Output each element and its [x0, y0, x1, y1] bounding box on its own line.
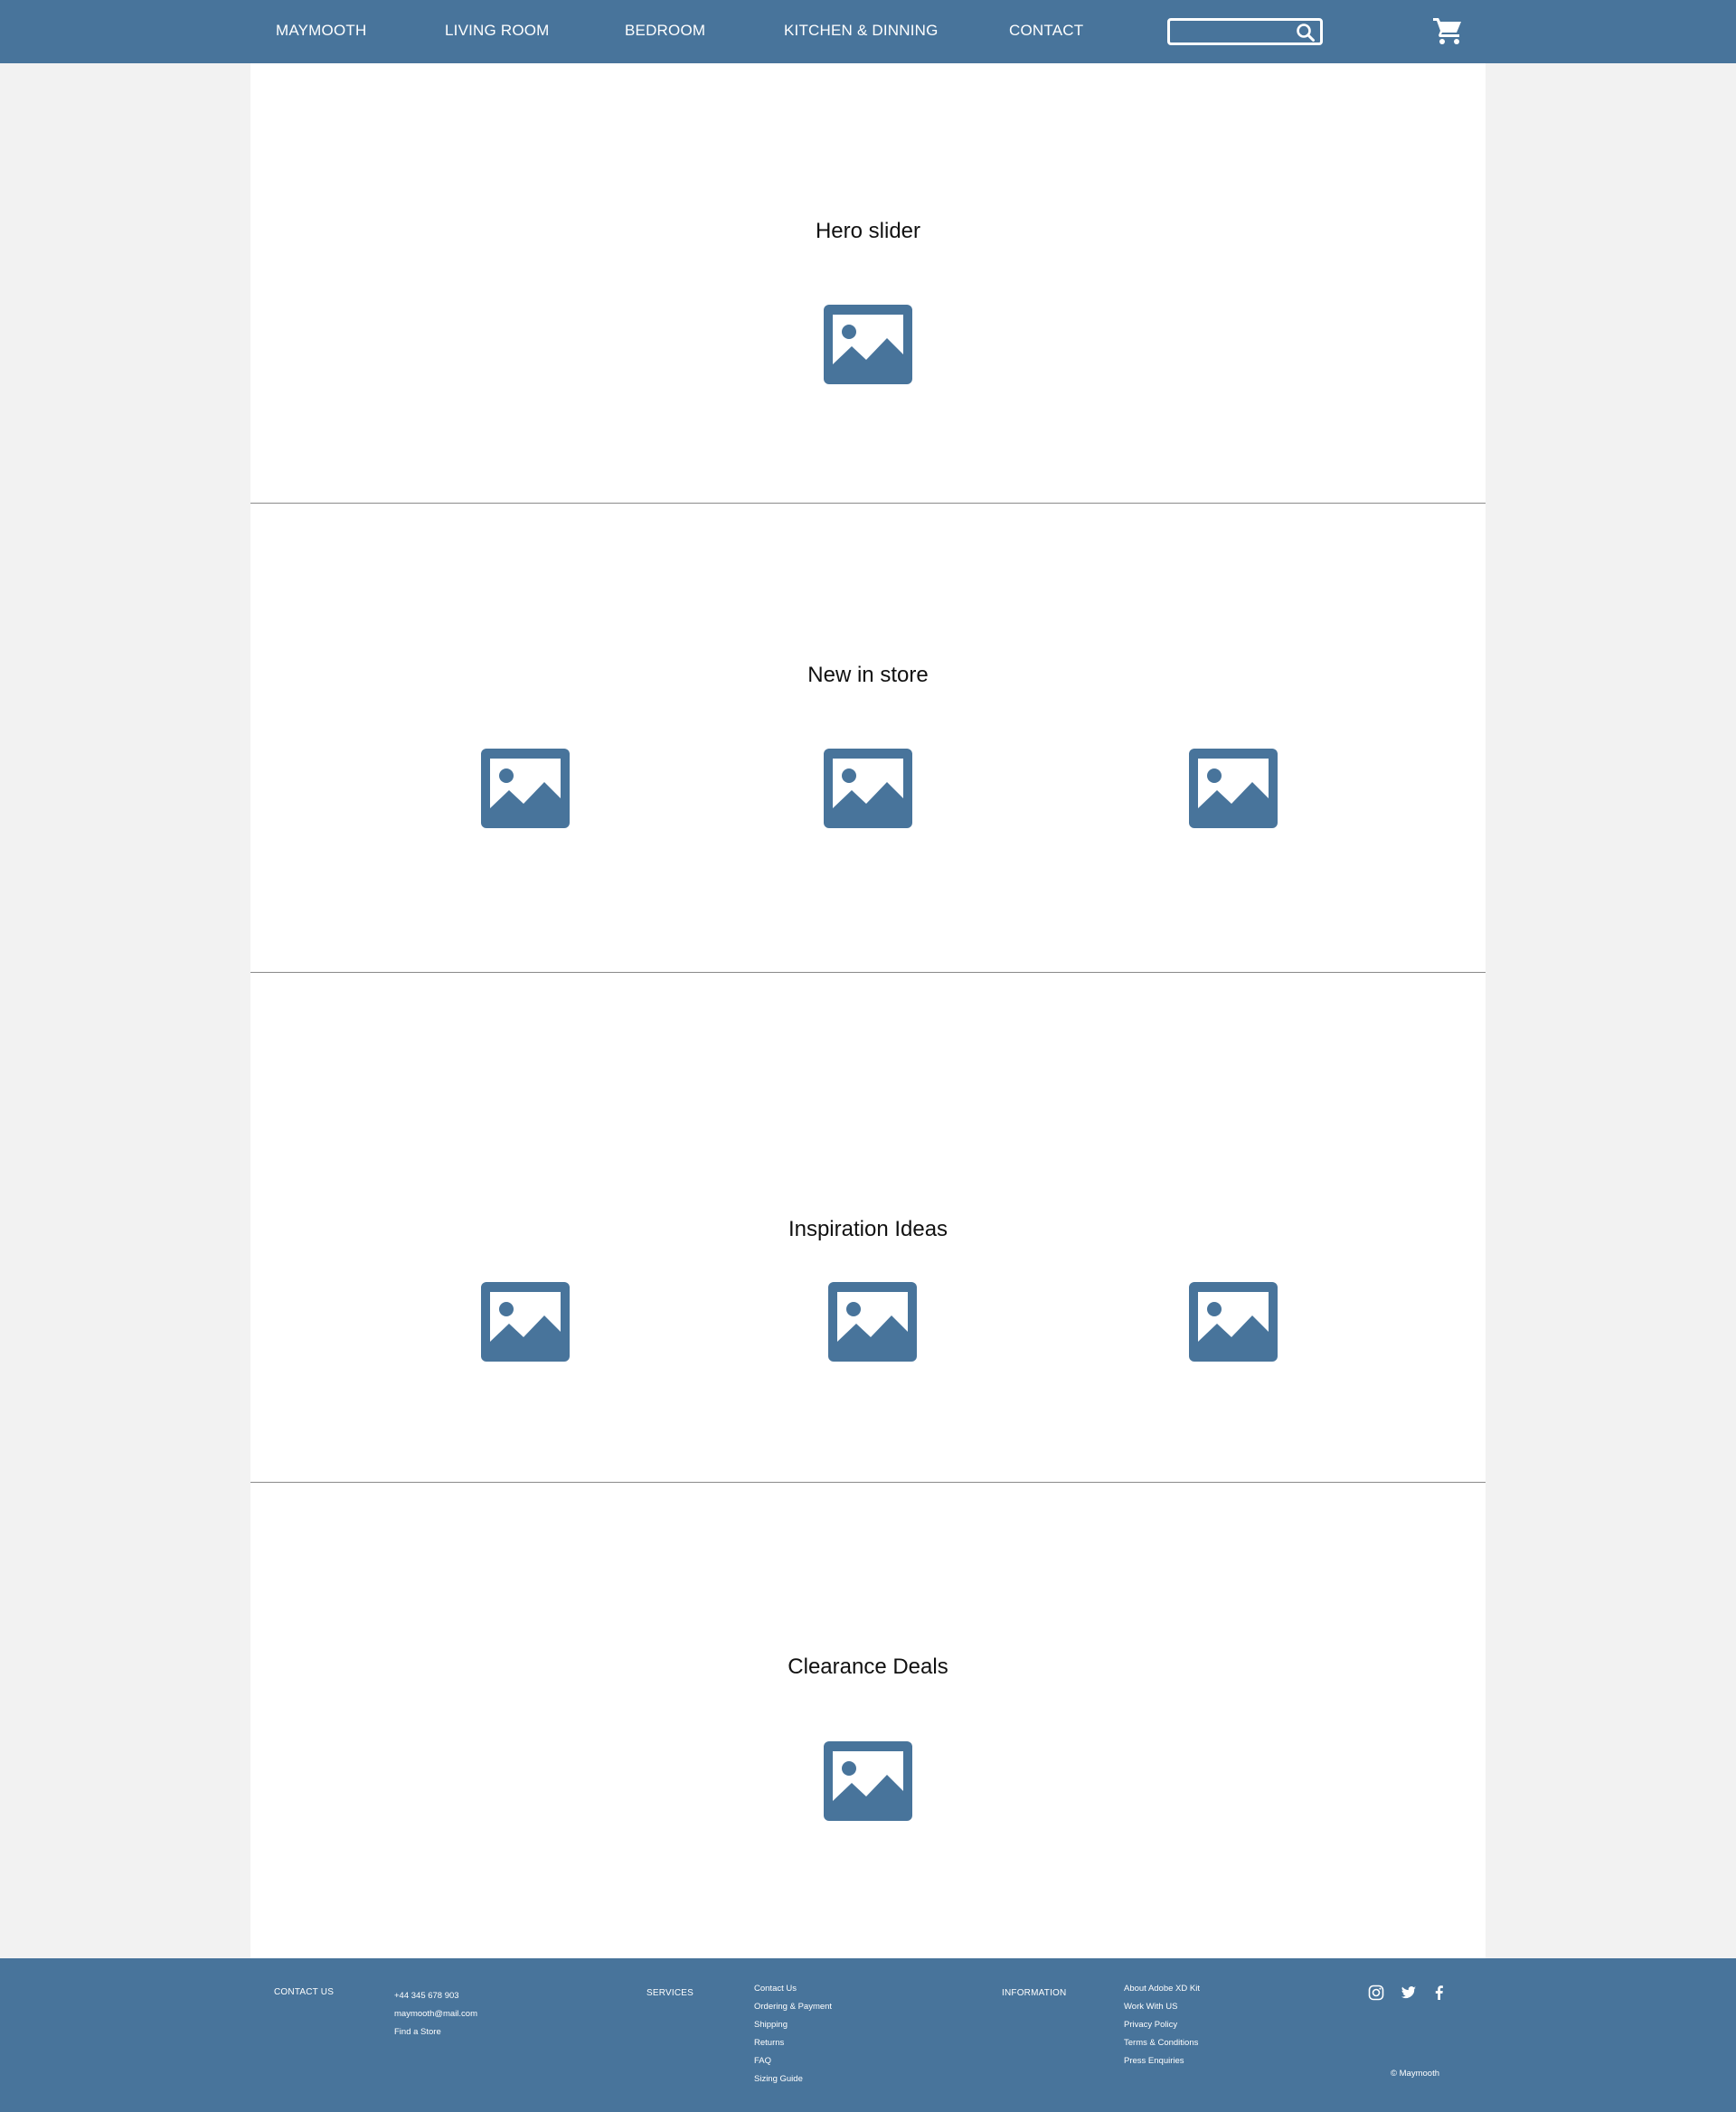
hero-image-placeholder-icon[interactable]: [824, 305, 912, 384]
clearance-deals-section: Clearance Deals: [250, 1483, 1486, 1958]
footer-link-returns[interactable]: Returns: [754, 2038, 784, 2048]
footer-link-contact-us[interactable]: Contact Us: [754, 1984, 797, 1994]
shopping-cart-icon[interactable]: [1432, 16, 1463, 45]
nav-item-maymooth[interactable]: MAYMOOTH: [276, 22, 366, 40]
nav-item-bedroom[interactable]: BEDROOM: [625, 22, 705, 40]
main-content: Hero slider New in store Inspiration Ide…: [250, 63, 1486, 1958]
nav-item-kitchen-dinning[interactable]: KITCHEN & DINNING: [784, 22, 939, 40]
inspiration-ideas-title: Inspiration Ideas: [788, 1217, 948, 1241]
search-box: [1167, 18, 1323, 45]
footer: CONTACT US +44 345 678 903 maymooth@mail…: [0, 1958, 1736, 2112]
clearance-deals-title: Clearance Deals: [788, 1655, 948, 1679]
footer-link-faq[interactable]: FAQ: [754, 2056, 771, 2066]
search-input[interactable]: [1175, 24, 1288, 42]
new-in-store-section: New in store: [250, 504, 1486, 972]
footer-find-store-link[interactable]: Find a Store: [394, 2027, 441, 2037]
hero-title: Hero slider: [815, 219, 921, 243]
footer-link-shipping[interactable]: Shipping: [754, 2020, 788, 2030]
new-in-store-title: New in store: [807, 663, 929, 687]
footer-services-heading: SERVICES: [646, 1988, 693, 1998]
footer-link-sizing-guide[interactable]: Sizing Guide: [754, 2074, 803, 2084]
top-nav-bar: MAYMOOTH LIVING ROOM BEDROOM KITCHEN & D…: [0, 0, 1736, 63]
search-icon[interactable]: [1296, 23, 1316, 42]
footer-information-heading: INFORMATION: [1002, 1988, 1067, 1998]
hero-section: Hero slider: [250, 63, 1486, 503]
footer-link-about[interactable]: About Adobe XD Kit: [1124, 1984, 1200, 1994]
footer-link-ordering-payment[interactable]: Ordering & Payment: [754, 2002, 832, 2012]
footer-contact-heading: CONTACT US: [274, 1987, 335, 1997]
inspiration-ideas-section: Inspiration Ideas: [250, 973, 1486, 1482]
footer-link-work-with-us[interactable]: Work With US: [1124, 2002, 1177, 2012]
clearance-image-placeholder-icon[interactable]: [824, 1741, 912, 1821]
instagram-icon[interactable]: [1368, 1985, 1384, 2001]
product-image-placeholder-icon[interactable]: [824, 749, 912, 828]
inspiration-image-placeholder-icon[interactable]: [1189, 1282, 1278, 1362]
product-image-placeholder-icon[interactable]: [481, 749, 570, 828]
inspiration-image-placeholder-icon[interactable]: [481, 1282, 570, 1362]
product-image-placeholder-icon[interactable]: [1189, 749, 1278, 828]
footer-link-terms-conditions[interactable]: Terms & Conditions: [1124, 2038, 1198, 2048]
nav-item-contact[interactable]: CONTACT: [1009, 22, 1083, 40]
footer-contact-email[interactable]: maymooth@mail.com: [394, 2009, 477, 2019]
facebook-icon[interactable]: [1431, 1985, 1448, 2001]
inspiration-image-placeholder-icon[interactable]: [828, 1282, 917, 1362]
footer-link-press-enquiries[interactable]: Press Enquiries: [1124, 2056, 1184, 2066]
footer-contact-phone[interactable]: +44 345 678 903: [394, 1991, 459, 2001]
copyright-text: © Maymooth: [1391, 2069, 1439, 2079]
nav-item-living-room[interactable]: LIVING ROOM: [445, 22, 550, 40]
twitter-icon[interactable]: [1401, 1985, 1417, 2001]
footer-link-privacy-policy[interactable]: Privacy Policy: [1124, 2020, 1177, 2030]
